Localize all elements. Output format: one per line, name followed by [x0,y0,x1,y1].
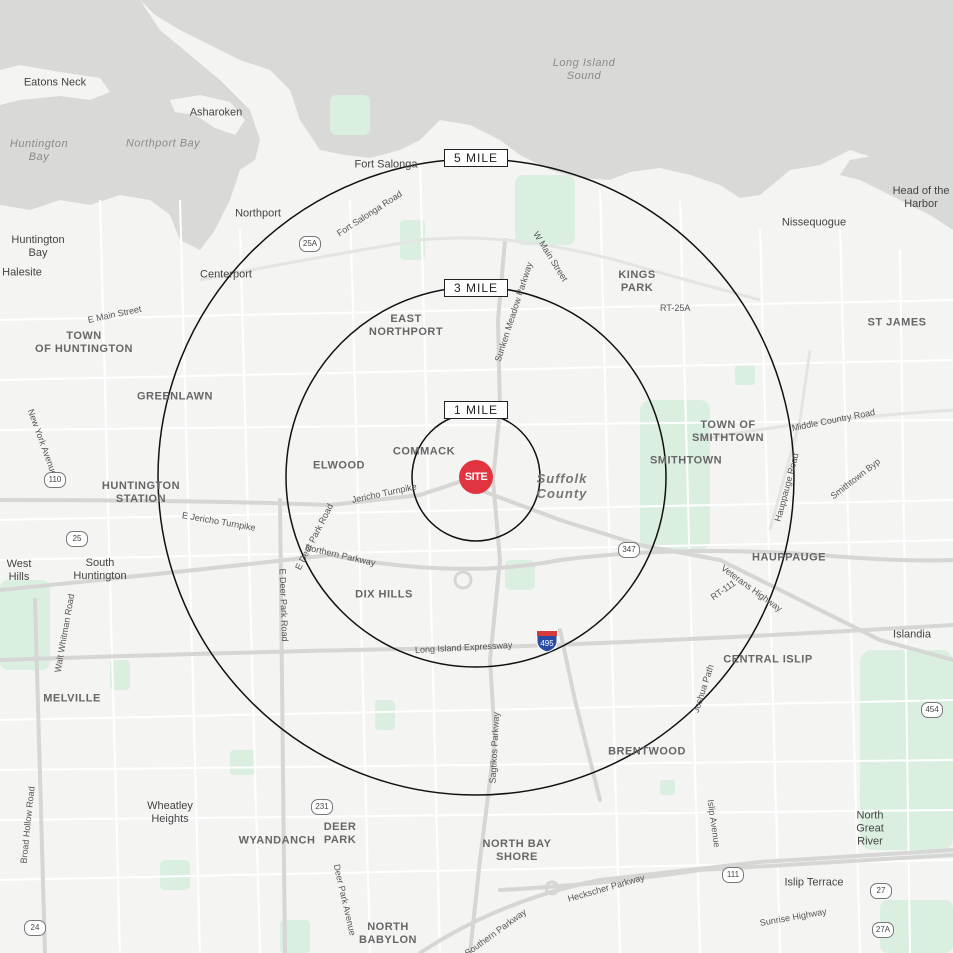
brentwood-label: BRENTWOOD [608,745,686,758]
route-27-shield: 27 [870,883,892,899]
northport-label: Northport [235,207,281,220]
huntington-station-label: HUNTINGTON STATION [101,480,181,505]
st-james-label: ST JAMES [867,316,927,329]
route-24-shield: 24 [24,920,46,936]
dix-hills-label: DIX HILLS [355,588,413,601]
south-huntington-label: South Huntington [73,557,127,582]
east-northport-label: EAST NORTHPORT [368,313,444,338]
route-27a-shield: 27A [872,922,894,938]
centerport-label: Centerport [200,268,252,281]
greenlawn-label: GREENLAWN [137,390,213,403]
route-110-shield: 110 [44,472,66,488]
long-island-sound-label: Long Island Sound [552,57,616,82]
central-islip-label: CENTRAL ISLIP [723,653,813,666]
route-231-shield: 231 [311,799,333,815]
deer-park-label: DEER PARK [323,821,357,846]
huntington-bay-label: Huntington Bay [11,234,65,259]
wyandanch-label: WYANDANCH [238,834,316,847]
head-of-the-harbor-label: Head of the Harbor [892,185,950,210]
huntington-bay-water-label: Huntington Bay [9,138,69,163]
nissequogue-label: Nissequogue [781,216,847,229]
asharoken-label: Asharoken [189,106,243,119]
north-babylon-label: NORTH BABYLON [359,921,417,946]
e-deer-park-road-2-label: E Deer Park Road [277,568,291,642]
north-great-river-label: North Great River [856,809,884,848]
site-marker[interactable]: SITE [459,460,493,494]
ring-1-mile-label: 1 MILE [443,401,509,419]
north-bay-shore-label: NORTH BAY SHORE [482,838,552,863]
west-hills-label: West Hills [6,558,32,583]
elwood-label: ELWOOD [313,459,365,472]
hauppauge-label: HAUPPAUGE [752,551,826,564]
route-25a-shield: 25A [299,236,321,252]
rt-25a-label: RT-25A [660,303,691,313]
route-347-shield: 347 [618,542,640,558]
ring-5-mile-label: 5 MILE [443,149,509,167]
route-111-shield: 111 [722,867,744,883]
interstate-shield: 495 [535,629,559,653]
eatons-neck-label: Eatons Neck [23,76,87,89]
town-of-huntington-label: TOWN OF HUNTINGTON [35,330,133,355]
town-of-smithtown-label: TOWN OF SMITHTOWN [691,419,765,444]
northport-bay-label: Northport Bay [125,137,201,150]
islip-terrace-label: Islip Terrace [784,876,844,889]
islandia-label: Islandia [893,628,931,641]
kings-park-label: KINGS PARK [618,269,656,294]
map-canvas[interactable]: 1 MILE 3 MILE 5 MILE SITE 495 Long Islan… [0,0,953,953]
melville-label: MELVILLE [43,692,101,705]
route-25-shield: 25 [66,531,88,547]
ring-3-mile-label: 3 MILE [443,279,509,297]
smithtown-label: SMITHTOWN [649,454,723,467]
commack-label: COMMACK [392,445,456,458]
halesite-label: Halesite [2,266,42,279]
fort-salonga-label: Fort Salonga [354,158,418,171]
interstate-number: 495 [540,639,554,648]
route-454-shield: 454 [921,702,943,718]
suffolk-county-label: Suffolk County [536,471,588,501]
wheatley-heights-label: Wheatley Heights [147,800,193,825]
